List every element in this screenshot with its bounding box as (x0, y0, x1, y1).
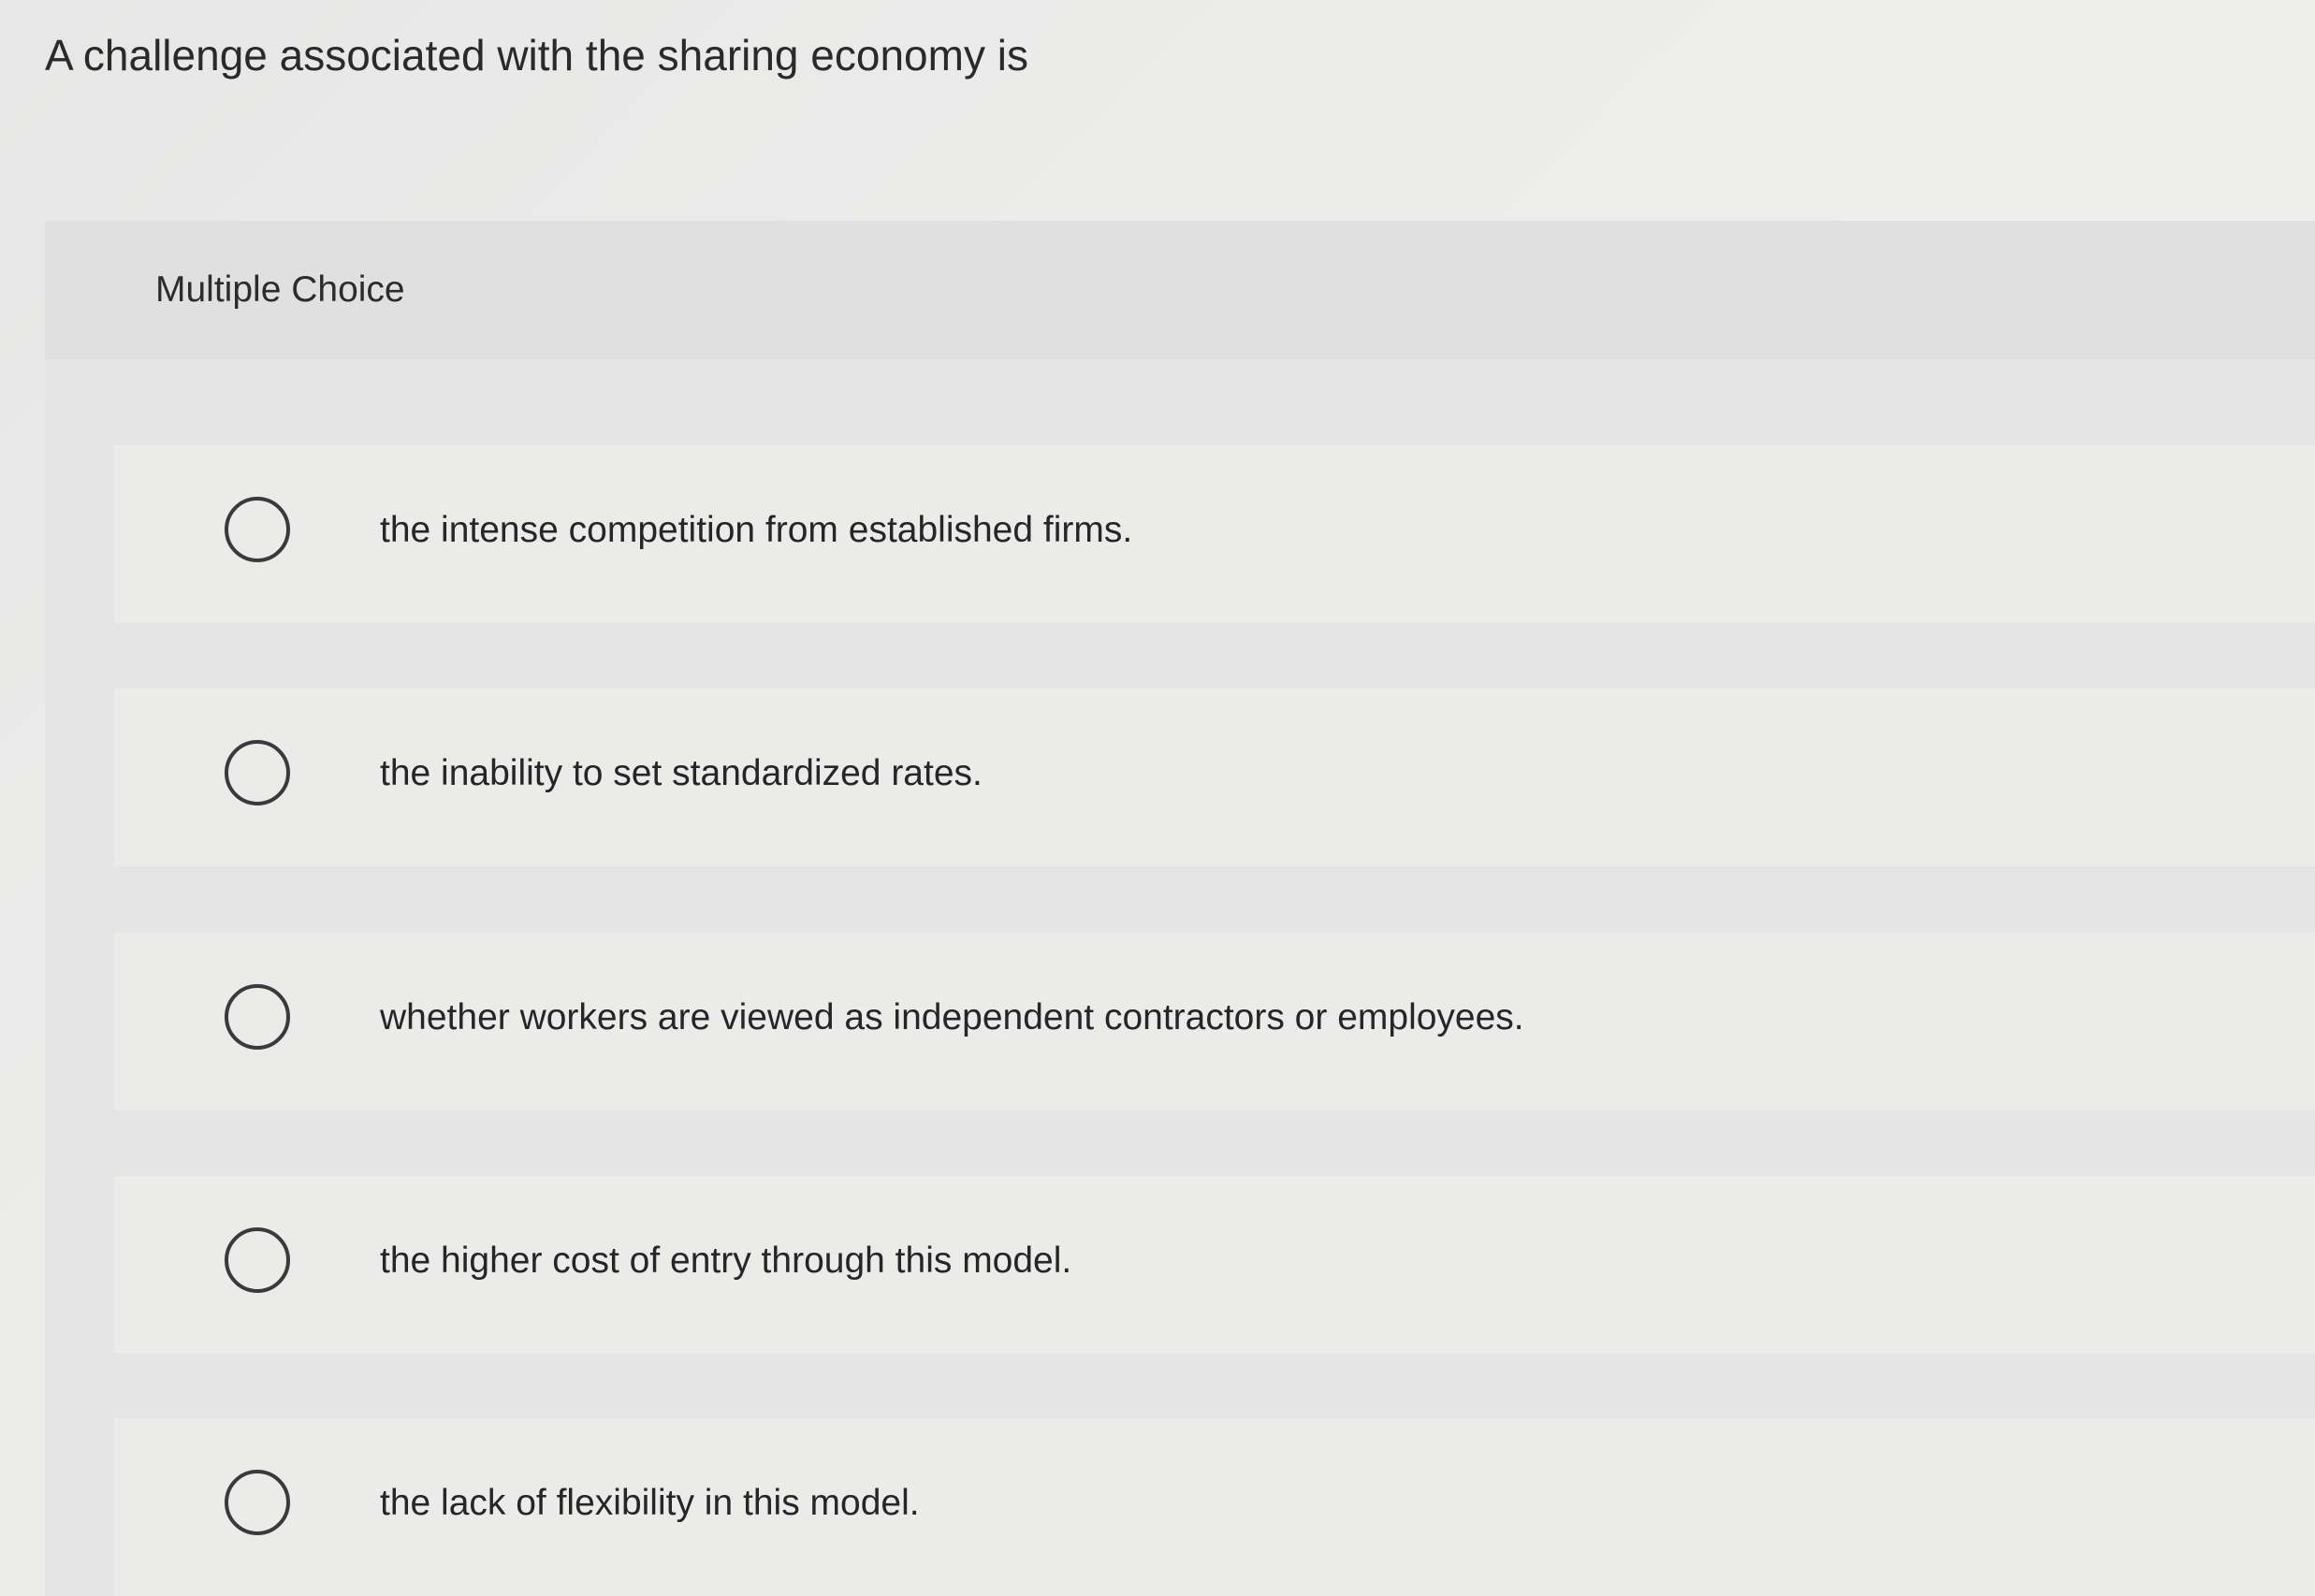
radio-button-3[interactable] (225, 984, 290, 1050)
answer-option-label-5: the lack of flexibility in this model. (380, 1483, 920, 1523)
radio-button-2[interactable] (225, 740, 290, 805)
answer-option-3[interactable]: whether workers are viewed as independen… (114, 933, 2315, 1110)
answer-option-4[interactable]: the higher cost of entry through this mo… (114, 1176, 2315, 1354)
answer-option-label-2: the inability to set standardized rates. (380, 753, 983, 793)
answer-option-2[interactable]: the inability to set standardized rates. (114, 689, 2315, 866)
panel-header: Multiple Choice (45, 221, 2315, 359)
question-type-label: Multiple Choice (155, 269, 405, 310)
radio-button-4[interactable] (225, 1227, 290, 1293)
answer-option-label-4: the higher cost of entry through this mo… (380, 1241, 1072, 1281)
answer-option-label-1: the intense competition from established… (380, 510, 1133, 550)
answer-option-label-3: whether workers are viewed as independen… (380, 997, 1524, 1037)
multiple-choice-panel: Multiple Choice the intense competition … (45, 221, 2315, 1596)
radio-button-5[interactable] (225, 1470, 290, 1535)
radio-button-1[interactable] (225, 497, 290, 562)
answer-option-1[interactable]: the intense competition from established… (114, 445, 2315, 623)
answer-option-5[interactable]: the lack of flexibility in this model. (114, 1418, 2315, 1596)
question-prompt: A challenge associated with the sharing … (45, 31, 1028, 80)
